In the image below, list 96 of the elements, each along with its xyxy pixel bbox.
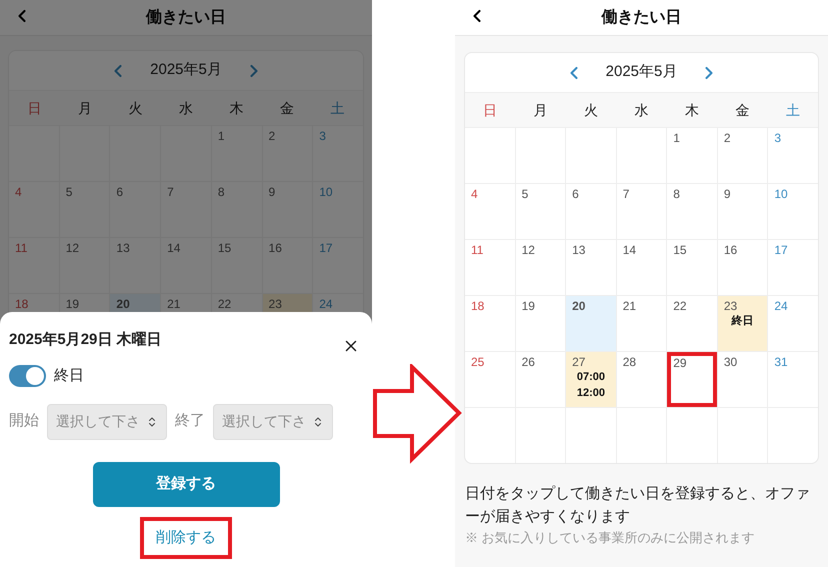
day-number: 27 bbox=[572, 355, 586, 369]
weekday-label: 木 bbox=[684, 100, 699, 120]
day-number: 15 bbox=[218, 241, 232, 255]
page-title: 働きたい日 bbox=[602, 8, 682, 28]
day-number: 8 bbox=[673, 187, 681, 201]
register-button[interactable]: 登録する bbox=[92, 462, 280, 506]
day-cell[interactable]: 5 bbox=[60, 182, 110, 237]
day-number: 29 bbox=[673, 356, 688, 370]
month-label: 2025年5月 bbox=[150, 60, 222, 80]
day-cell[interactable]: 20 bbox=[566, 296, 616, 351]
day-number: 8 bbox=[218, 185, 226, 199]
day-number: 14 bbox=[167, 241, 182, 255]
day-number: 13 bbox=[116, 241, 131, 255]
weekday-label: 水 bbox=[634, 100, 648, 120]
day-number: 17 bbox=[319, 241, 334, 255]
day-cell[interactable]: 27 07:00 12:00 bbox=[566, 352, 616, 407]
sort-icon bbox=[146, 416, 158, 428]
weekday-label: 金 bbox=[280, 98, 294, 118]
day-number: 7 bbox=[622, 187, 630, 201]
weekday-label: 土 bbox=[330, 98, 345, 118]
day-number: 9 bbox=[724, 187, 732, 201]
toggle-label: 終日 bbox=[54, 366, 84, 386]
toggle-switch[interactable] bbox=[9, 365, 46, 388]
day-number: 10 bbox=[774, 187, 789, 201]
day-number: 20 bbox=[572, 299, 586, 313]
day-number: 18 bbox=[471, 299, 486, 313]
day-note: 12:00 bbox=[576, 386, 606, 401]
day-cell[interactable]: 23 終日 bbox=[718, 296, 768, 351]
day-cell[interactable]: 21 bbox=[616, 296, 666, 351]
day-number: 1 bbox=[218, 129, 226, 143]
day-number: 6 bbox=[572, 187, 580, 201]
day-cell[interactable]: 7 bbox=[616, 184, 666, 239]
weekday-label: 金 bbox=[735, 100, 750, 120]
weekday-label: 木 bbox=[230, 98, 244, 118]
day-number: 17 bbox=[774, 243, 789, 257]
day-number: 1 bbox=[673, 131, 681, 145]
page-title: 働きたい日 bbox=[146, 8, 226, 28]
day-cell[interactable]: 12 bbox=[60, 238, 110, 293]
day-number: 3 bbox=[319, 129, 327, 143]
day-number: 5 bbox=[66, 185, 74, 199]
day-number: 16 bbox=[268, 241, 283, 255]
field-label: 開始 bbox=[9, 411, 39, 432]
day-number: 4 bbox=[471, 187, 479, 201]
day-number: 24 bbox=[774, 299, 789, 313]
notice-text: 日付をタップして働きたい日を登録すると、オファーが届きやすくなります bbox=[464, 484, 811, 527]
day-cell[interactable]: 14 bbox=[616, 240, 666, 295]
day-number: 19 bbox=[522, 299, 536, 313]
weekday-label: 月 bbox=[534, 100, 548, 120]
day-number: 20 bbox=[116, 297, 131, 311]
day-number: 5 bbox=[522, 187, 530, 201]
day-number: 2 bbox=[724, 131, 732, 145]
day-number: 24 bbox=[319, 297, 334, 311]
day-number: 3 bbox=[774, 131, 782, 145]
weekday-label: 日 bbox=[27, 98, 42, 118]
weekday-label: 火 bbox=[128, 98, 142, 118]
day-number: 25 bbox=[471, 355, 486, 369]
sort-icon bbox=[312, 416, 324, 428]
day-number: 22 bbox=[218, 297, 232, 311]
day-note: 終日 bbox=[730, 314, 755, 329]
day-number: 26 bbox=[522, 355, 536, 369]
day-number: 16 bbox=[724, 243, 738, 257]
day-number: 10 bbox=[319, 185, 334, 199]
day-number: 11 bbox=[15, 241, 28, 255]
day-number: 11 bbox=[471, 243, 484, 257]
weekday-label: 火 bbox=[584, 100, 598, 120]
day-number: 18 bbox=[15, 297, 30, 311]
day-number: 7 bbox=[167, 185, 175, 199]
footnote-text: ※ お気に入りしている事業所のみに公開されます bbox=[464, 529, 756, 547]
day-number: 12 bbox=[66, 241, 80, 255]
weekday-label: 水 bbox=[178, 98, 193, 118]
day-number: 2 bbox=[268, 129, 276, 143]
day-number: 14 bbox=[622, 243, 638, 257]
day-cell[interactable]: 29 bbox=[667, 352, 717, 407]
day-number: 28 bbox=[622, 355, 638, 369]
day-cell[interactable]: 28 bbox=[616, 352, 666, 407]
day-number: 6 bbox=[116, 185, 124, 199]
day-number: 19 bbox=[66, 297, 80, 311]
day-number: 31 bbox=[774, 355, 789, 369]
sheet-title: 2025年5月29日 木曜日 bbox=[9, 330, 162, 350]
day-number: 15 bbox=[673, 243, 688, 257]
weekday-label: 日 bbox=[483, 100, 498, 120]
day-number: 9 bbox=[268, 185, 276, 199]
day-number: 4 bbox=[15, 185, 23, 199]
day-number: 22 bbox=[673, 299, 688, 313]
day-number: 13 bbox=[572, 243, 586, 257]
day-number: 30 bbox=[724, 355, 738, 369]
field-label: 終了 bbox=[175, 411, 205, 432]
weekday-label: 月 bbox=[78, 98, 92, 118]
day-number: 12 bbox=[522, 243, 536, 257]
day-note: 07:00 bbox=[576, 370, 606, 385]
day-number: 23 bbox=[724, 299, 738, 313]
day-number: 23 bbox=[268, 297, 283, 311]
weekday-label: 土 bbox=[786, 100, 800, 120]
day-number: 21 bbox=[622, 299, 638, 313]
day-number: 21 bbox=[167, 297, 182, 311]
month-label: 2025年5月 bbox=[606, 62, 678, 82]
